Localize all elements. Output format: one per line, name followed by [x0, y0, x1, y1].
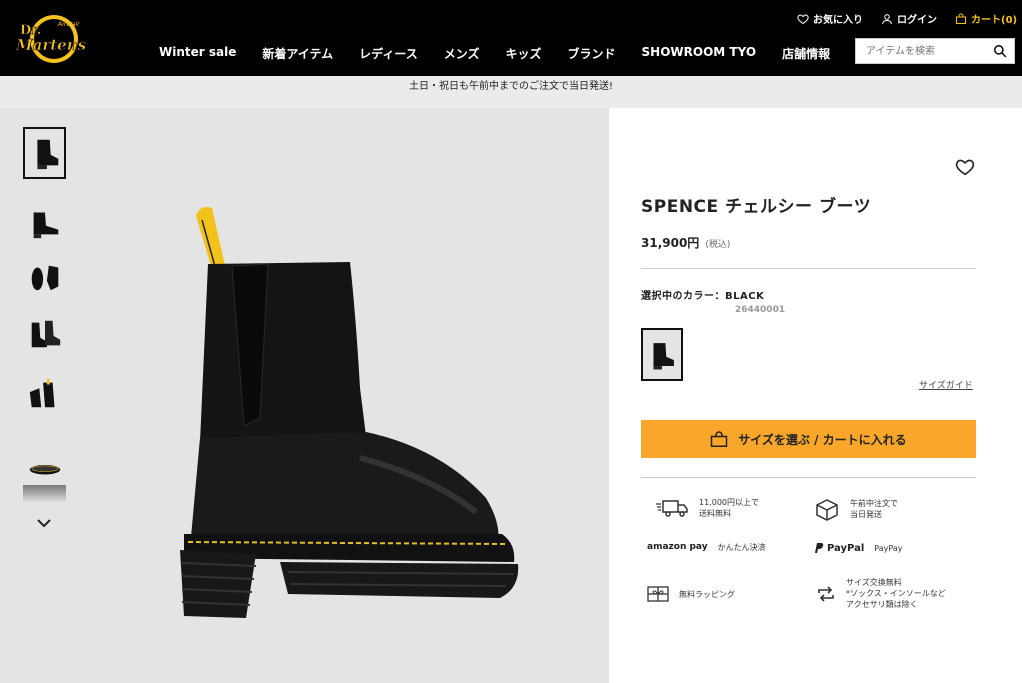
login-link[interactable]: ログイン	[881, 11, 937, 26]
gift-wrapping-text: 無料ラッピング	[679, 589, 735, 599]
amazon-pay-logo: amazon pay	[647, 542, 708, 552]
feature-amazon-pay: amazon pay かんたん決済	[647, 542, 766, 553]
thumbnail-2[interactable]	[23, 196, 66, 248]
feature-size-exchange: サイズ交換無料 *ソックス・インソールなど アクセサリ類は除く	[816, 577, 946, 610]
paypal-logo-text: PayPal	[827, 542, 865, 554]
selected-color-label: 選択中のカラー：BLACK	[641, 291, 765, 302]
shopping-bag-icon	[956, 13, 966, 24]
boot-side-image	[36, 139, 58, 170]
chevron-down-icon[interactable]	[36, 517, 52, 529]
color-swatch-black[interactable]	[641, 328, 683, 381]
search-input[interactable]	[856, 39, 986, 64]
cart-label: カート(0)	[971, 15, 1018, 26]
feature-gift-wrapping: 無料ラッピング	[647, 586, 735, 602]
nav-showroom[interactable]: SHOWROOM TYO	[642, 45, 757, 62]
delivery-truck-icon	[656, 500, 688, 517]
product-gallery	[0, 108, 609, 683]
tax-note: (税込)	[705, 240, 731, 250]
cart-link[interactable]: カート(0)	[955, 11, 1017, 26]
product-info-panel: SPENCE チェルシー ブーツ 31,900円 (税込) 選択中のカラー：BLA…	[609, 108, 1022, 683]
nav-winter-sale[interactable]: Winter sale	[159, 45, 236, 62]
search-icon[interactable]	[993, 44, 1007, 58]
paypal-logo: PayPal	[814, 542, 864, 554]
main-nav: Winter sale 新着アイテム レディース メンズ キッズ ブランド SH…	[159, 45, 856, 62]
svg-text:AirWair: AirWair	[57, 21, 80, 28]
shopping-bag-icon	[711, 430, 728, 447]
site-header: Dr. Martens AirWair お気に入り ログイン カート(0) Wi…	[0, 0, 1022, 76]
thumbnail-5[interactable]	[23, 368, 66, 420]
boot-top-image	[31, 265, 58, 291]
price-value: 31,900円	[641, 236, 700, 250]
size-guide-link[interactable]: サイズガイド	[919, 378, 973, 391]
nav-new-arrivals[interactable]: 新着アイテム	[262, 45, 333, 62]
nav-ladies[interactable]: レディース	[359, 45, 418, 62]
favorite-heart-icon[interactable]	[955, 158, 975, 176]
promo-banner: 土日・祝日も午前中までのご注文で当日発送!	[0, 76, 1022, 108]
product-sku: 26440001	[735, 305, 786, 315]
exchange-arrows-icon	[818, 585, 834, 602]
nav-mens[interactable]: メンズ	[444, 45, 480, 62]
favorites-link[interactable]: お気に入り	[797, 11, 863, 26]
feature-same-day: 午前中注文で 当日発送	[814, 497, 898, 521]
thumbnail-3[interactable]	[23, 251, 66, 303]
promo-banner-text: 土日・祝日も午前中までのご注文で当日発送!	[408, 81, 613, 92]
boot-pair-image	[31, 320, 60, 348]
package-box-icon	[816, 499, 838, 521]
paypal-icon	[815, 543, 824, 553]
main-product-image[interactable]	[160, 198, 530, 618]
product-title: SPENCE チェルシー ブーツ	[641, 197, 872, 217]
thumbnail-4[interactable]	[23, 308, 66, 360]
dr-martens-logo[interactable]: Dr. Martens AirWair	[14, 12, 96, 64]
gift-wrap-icon	[647, 586, 669, 602]
size-exchange-text: サイズ交換無料 *ソックス・インソールなど アクセサリ類は除く	[846, 578, 946, 609]
nav-kids[interactable]: キッズ	[506, 45, 542, 62]
feature-free-shipping: 11,000円以上で 送料無料	[655, 497, 759, 519]
free-shipping-text: 11,000円以上で 送料無料	[699, 498, 759, 518]
nav-stores[interactable]: 店舗情報	[782, 45, 830, 62]
add-to-cart-label: サイズを選ぶ / カートに入れる	[738, 432, 907, 447]
thumbnail-7-partial[interactable]	[23, 485, 66, 503]
product-price: 31,900円 (税込)	[641, 234, 730, 251]
amazon-pay-text: かんたん決済	[717, 543, 766, 552]
add-to-cart-button[interactable]: サイズを選ぶ / カートに入れる	[641, 420, 976, 458]
nav-brand[interactable]: ブランド	[568, 45, 616, 62]
same-day-text: 午前中注文で 当日発送	[850, 499, 898, 519]
paypay-text: PayPay	[874, 543, 903, 553]
boot-profile-image	[33, 212, 58, 239]
boot-back-image	[29, 378, 54, 408]
login-label: ログイン	[897, 15, 937, 26]
feature-paypal: PayPal PayPay	[814, 542, 902, 554]
heart-icon	[797, 13, 809, 24]
boot-sole-image	[29, 464, 60, 475]
search-box	[855, 38, 1015, 64]
divider	[641, 477, 976, 478]
favorites-label: お気に入り	[813, 15, 863, 26]
divider	[641, 268, 976, 269]
thumbnail-1[interactable]	[23, 127, 66, 179]
boot-swatch-image	[653, 342, 674, 369]
svg-text:Martens: Martens	[15, 36, 87, 54]
thumbnail-6[interactable]	[23, 438, 66, 490]
user-icon	[882, 13, 892, 24]
